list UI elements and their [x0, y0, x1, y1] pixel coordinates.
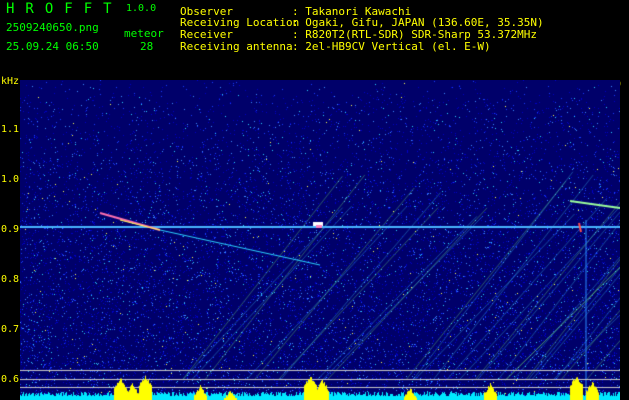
freq-tick: 0.8: [1, 274, 20, 285]
antenna-value: : 2el-HB9CV Vertical (el. E-W): [292, 40, 491, 53]
spectrogram-canvas: [20, 80, 620, 400]
app-logo: HROFFT: [6, 1, 123, 17]
meteor-label: meteor: [124, 27, 164, 40]
datetime-label: 25.09.24 06:50: [6, 40, 99, 53]
meteor-count: 28: [140, 40, 154, 53]
location-value: : Ogaki, Gifu, JAPAN (136.60E, 35.35N): [292, 16, 544, 29]
receiver-label: Receiver: [180, 28, 233, 41]
freq-tick: 0.6: [1, 374, 20, 385]
y-axis-unit: kHz: [1, 76, 20, 87]
location-label: Receiving Location: [180, 16, 300, 29]
filename-label: 2509240650.png: [6, 21, 99, 34]
spectrogram-panel: [20, 80, 620, 400]
receiver-value: : R820T2(RTL-SDR) SDR-Sharp 53.372MHz: [292, 28, 538, 41]
freq-tick: 1.1: [1, 124, 20, 135]
freq-tick: 0.9: [1, 224, 20, 235]
freq-tick: 1.0: [1, 174, 20, 185]
antenna-label: Receiving antenna: [180, 40, 293, 53]
version-label: 1.0.0: [126, 3, 157, 14]
freq-tick: 0.7: [1, 324, 20, 335]
